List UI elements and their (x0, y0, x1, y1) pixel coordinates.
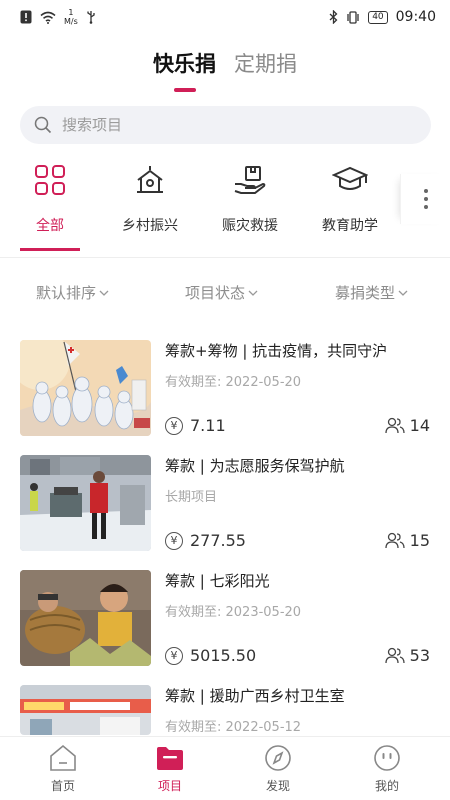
usb-icon (87, 11, 95, 24)
filter-sort-label: 默认排序 (36, 284, 97, 302)
project-thumbnail (20, 340, 151, 436)
vibrate-icon (347, 10, 359, 24)
graduation-cap-icon (330, 160, 370, 200)
battery-indicator: 40 (368, 10, 388, 24)
chevron-down-icon (99, 290, 109, 296)
donor-count-value: 14 (409, 416, 430, 435)
nav-profile[interactable]: 我的 (352, 743, 422, 794)
category-active-indicator (20, 248, 80, 251)
donor-count: 14 (384, 416, 430, 435)
people-icon (384, 647, 405, 664)
status-left: 1 M/s (20, 8, 96, 26)
donation-type-tabs: 快乐捐 定期捐 (0, 48, 450, 92)
filter-type-label: 募捐类型 (335, 284, 396, 302)
nav-home-label: 首页 (50, 779, 75, 793)
raised-amount: ¥ 5015.50 (165, 646, 256, 665)
category-all-label: 全部 (36, 218, 64, 234)
notification-icon (20, 10, 32, 24)
project-thumbnail (20, 685, 151, 735)
hand-box-icon (230, 160, 270, 200)
project-title: 筹款+筹物 | 抗击疫情，共同守沪 (165, 342, 388, 360)
clock: 09:40 (395, 9, 436, 25)
category-education[interactable]: 教育助学 (300, 160, 400, 235)
filter-bar: 默认排序 项目状态 募捐类型 (0, 282, 450, 304)
raised-amount-value: 277.55 (190, 531, 246, 550)
project-validity: 有效期至: 2022-05-12 (165, 720, 302, 735)
raised-amount: ¥ 277.55 (165, 531, 246, 550)
project-title: 筹款 | 援助广西乡村卫生室 (165, 687, 345, 705)
bottom-nav: 首页 项目 发现 我的 (0, 736, 450, 800)
divider (0, 257, 450, 258)
category-disaster-relief[interactable]: 赈灾救援 (200, 160, 300, 235)
list-item[interactable]: 筹款 | 为志愿服务保驾护航 长期项目 ¥ 277.55 15 (0, 451, 450, 551)
network-speed: 1 M/s (64, 8, 78, 26)
category-more-button[interactable] (400, 174, 450, 224)
raised-amount: ¥ 7.11 (165, 416, 226, 435)
search-input[interactable] (62, 116, 362, 134)
search-bar[interactable] (20, 106, 431, 144)
project-validity: 有效期至: 2022-05-20 (165, 375, 302, 390)
nav-discover-label: 发现 (265, 779, 290, 793)
people-icon (384, 417, 405, 434)
project-title: 筹款 | 为志愿服务保驾护航 (165, 457, 345, 475)
donor-count: 15 (384, 531, 430, 550)
raised-amount-value: 7.11 (190, 416, 226, 435)
filter-sort[interactable]: 默认排序 (36, 282, 109, 303)
donor-count-value: 53 (409, 646, 430, 665)
more-vertical-icon (423, 189, 428, 209)
list-item[interactable]: 筹款 | 七彩阳光 有效期至: 2023-05-20 ¥ 5015.50 53 (0, 566, 450, 666)
category-all[interactable]: 全部 (0, 160, 100, 235)
wifi-icon (40, 11, 56, 24)
yen-icon: ¥ (165, 416, 183, 435)
bluetooth-icon (329, 10, 338, 24)
category-bar: 全部 乡村振兴 赈灾救援 教育助学 (0, 160, 450, 256)
chevron-down-icon (248, 290, 258, 296)
project-title: 筹款 | 七彩阳光 (165, 572, 270, 590)
compass-icon (265, 745, 291, 771)
yen-icon: ¥ (165, 531, 183, 550)
network-speed-value: 1 (68, 8, 74, 17)
nav-projects[interactable]: 项目 (135, 743, 205, 794)
chevron-down-icon (398, 290, 408, 296)
category-relief-label: 赈灾救援 (222, 218, 278, 234)
project-thumbnail (20, 455, 151, 551)
list-item[interactable]: 筹款+筹物 | 抗击疫情，共同守沪 有效期至: 2022-05-20 ¥ 7.1… (0, 336, 450, 436)
yen-icon: ¥ (165, 646, 183, 665)
status-right: 40 09:40 (329, 9, 436, 25)
filter-donation-type[interactable]: 募捐类型 (335, 282, 408, 303)
village-house-icon (130, 160, 170, 200)
status-bar: 1 M/s 40 09:40 (0, 0, 450, 34)
profile-face-icon (374, 745, 400, 771)
search-icon (34, 116, 52, 134)
people-icon (384, 532, 405, 549)
nav-projects-label: 项目 (157, 779, 182, 793)
donor-count: 53 (384, 646, 430, 665)
network-speed-unit: M/s (64, 17, 78, 26)
category-rural-label: 乡村振兴 (122, 218, 178, 234)
project-validity: 长期项目 (165, 490, 218, 505)
nav-home[interactable]: 首页 (28, 743, 98, 794)
project-validity: 有效期至: 2023-05-20 (165, 605, 302, 620)
tab-regular-donation[interactable]: 定期捐 (234, 48, 297, 78)
nav-profile-label: 我的 (374, 779, 399, 793)
raised-amount-value: 5015.50 (190, 646, 257, 665)
project-thumbnail (20, 570, 151, 666)
home-icon (50, 744, 76, 771)
filter-status[interactable]: 项目状态 (185, 282, 258, 303)
tab-happy-donation[interactable]: 快乐捐 (153, 48, 216, 92)
donor-count-value: 15 (409, 531, 430, 550)
category-rural-revitalization[interactable]: 乡村振兴 (100, 160, 200, 235)
category-education-label: 教育助学 (322, 218, 378, 234)
filter-status-label: 项目状态 (185, 284, 246, 302)
grid-icon (30, 160, 70, 200)
nav-discover[interactable]: 发现 (243, 743, 313, 794)
folder-icon (157, 747, 183, 770)
